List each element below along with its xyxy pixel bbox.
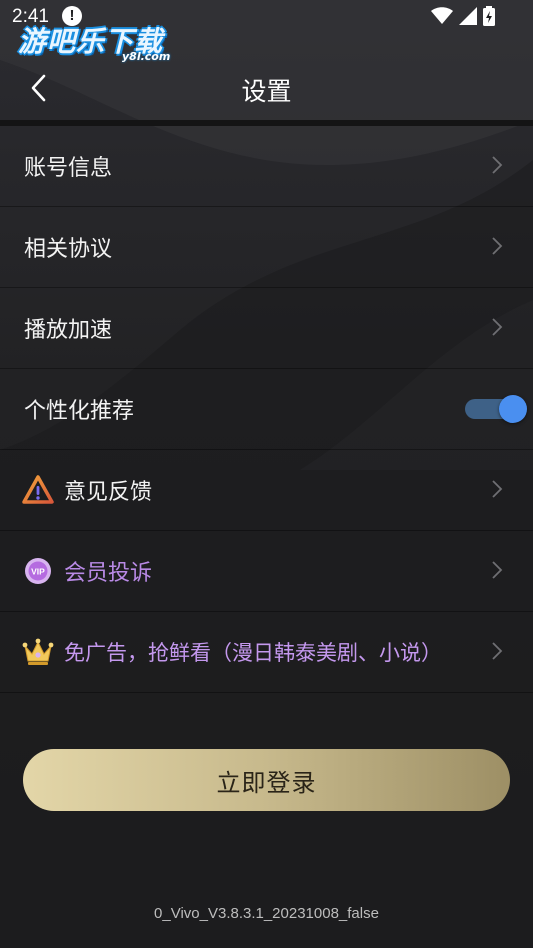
chevron-right-icon <box>492 480 503 498</box>
version-text: 0_Vivo_V3.8.3.1_20231008_false <box>154 905 379 922</box>
chevron-right-icon <box>492 318 503 336</box>
crown-icon <box>22 636 54 668</box>
settings-item-label: 账号信息 <box>24 156 113 181</box>
watermark-logo: 游吧乐下载 y8l.com <box>18 20 193 66</box>
settings-item-label: 播放加速 <box>24 318 113 343</box>
warning-triangle-icon <box>22 474 54 506</box>
settings-item-feedback[interactable]: 意见反馈 <box>0 450 533 531</box>
chevron-right-icon <box>492 156 503 174</box>
personalized-recommend-toggle[interactable] <box>465 395 527 423</box>
login-button[interactable]: 立即登录 <box>23 749 510 811</box>
settings-item-label: 意见反馈 <box>64 480 153 505</box>
toggle-knob <box>499 395 527 423</box>
battery-icon <box>483 6 495 26</box>
settings-item-label: 会员投诉 <box>64 561 153 586</box>
navigation-bar: 设置 <box>0 58 533 120</box>
wifi-icon <box>431 7 453 24</box>
settings-item-no-ads[interactable]: 免广告，抢鲜看（漫日韩泰美剧、小说） <box>0 612 533 693</box>
settings-item-playback-speed[interactable]: 播放加速 <box>0 288 533 369</box>
chevron-right-icon <box>492 642 503 660</box>
settings-item-label: 个性化推荐 <box>24 399 135 424</box>
settings-item-account-info[interactable]: 账号信息 <box>0 126 533 207</box>
system-icons <box>431 6 495 26</box>
signal-icon <box>459 7 477 25</box>
chevron-right-icon <box>492 237 503 255</box>
svg-text:VIP: VIP <box>31 567 45 577</box>
vip-badge-icon: VIP <box>22 555 54 587</box>
settings-item-agreements[interactable]: 相关协议 <box>0 207 533 288</box>
page-title: 设置 <box>241 77 292 106</box>
watermark-sub-text: y8l.com <box>122 50 171 63</box>
settings-item-label: 相关协议 <box>24 237 113 262</box>
settings-item-member-complaint[interactable]: VIP 会员投诉 <box>0 531 533 612</box>
settings-list: 账号信息 相关协议 播放加速 个性化推荐 意见反馈 VIP 会员投诉 免广告，抢… <box>0 126 533 693</box>
settings-item-label: 免广告，抢鲜看（漫日韩泰美剧、小说） <box>64 641 442 665</box>
settings-item-personalized-recommend: 个性化推荐 <box>0 369 533 450</box>
chevron-right-icon <box>492 561 503 579</box>
